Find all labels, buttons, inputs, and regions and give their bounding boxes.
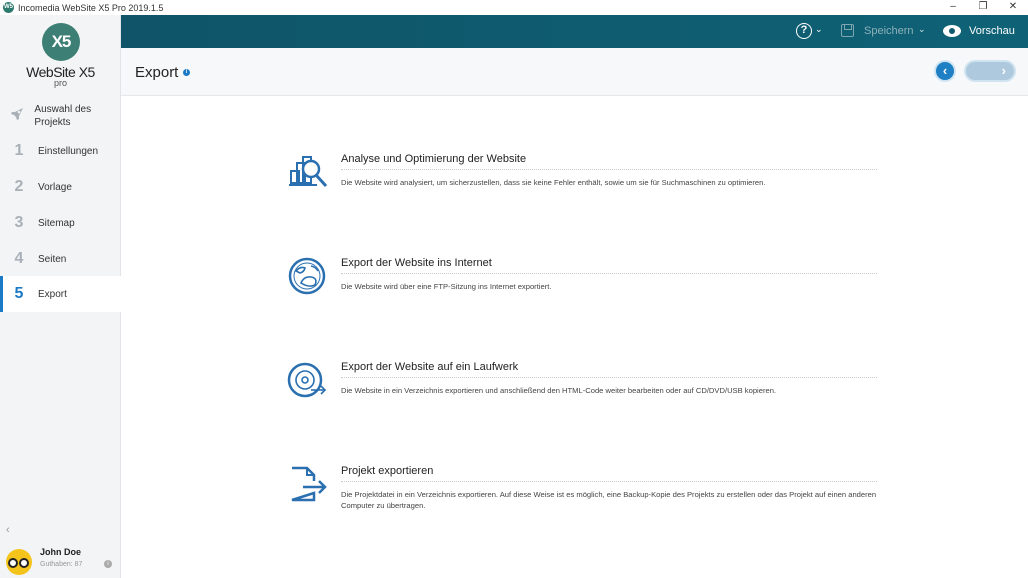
- sidebar-item-label: Auswahl des Projekts: [34, 104, 92, 128]
- sidebar-item-project-selection[interactable]: Auswahl des Projekts: [0, 100, 121, 132]
- option-description: Die Website wird analysiert, um sicherzu…: [341, 178, 766, 187]
- sidebar-item-template[interactable]: 2 Vorlage: [0, 176, 121, 198]
- option-analyse[interactable]: Analyse und Optimierung der Website Die …: [287, 153, 877, 223]
- sidebar-item-label: Vorlage: [38, 181, 72, 193]
- sidebar: X5 WebSite X5 pro Auswahl des Projekts 1…: [0, 15, 121, 578]
- globe-icon: [287, 257, 329, 297]
- option-title: Export der Website ins Internet: [341, 257, 492, 269]
- back-button[interactable]: ‹: [934, 60, 956, 82]
- collapse-sidebar-button[interactable]: ‹: [6, 524, 10, 536]
- restore-button[interactable]: ❐: [968, 0, 998, 15]
- sidebar-item-export[interactable]: 5 Export: [0, 276, 121, 312]
- save-icon[interactable]: [841, 24, 854, 37]
- chevron-down-icon[interactable]: ⌄: [918, 24, 926, 35]
- page-header: Export i ‹ ›: [121, 48, 1028, 96]
- option-export-project[interactable]: Projekt exportieren Die Projektdatei in …: [287, 465, 877, 535]
- option-description: Die Website in ein Verzeichnis exportier…: [341, 386, 777, 395]
- sidebar-item-label: Seiten: [38, 253, 67, 265]
- step-number: 4: [14, 250, 24, 267]
- option-description: Die Projektdatei in ein Verzeichnis expo…: [341, 490, 877, 510]
- disc-icon: [287, 361, 329, 401]
- divider: [341, 481, 877, 482]
- sidebar-item-label: Sitemap: [38, 217, 75, 229]
- analysis-icon: [287, 153, 329, 193]
- option-title: Export der Website auf ein Laufwerk: [341, 361, 519, 373]
- option-title: Projekt exportieren: [341, 465, 434, 477]
- divider: [341, 169, 877, 170]
- file-export-icon: [287, 465, 329, 505]
- next-button[interactable]: ›: [964, 60, 1016, 82]
- step-number: 2: [14, 178, 24, 195]
- user-panel[interactable]: John Doe Guthaben: 87 i: [0, 543, 121, 578]
- divider: [341, 273, 877, 274]
- step-number: 1: [14, 142, 24, 159]
- logo-edition: pro: [53, 78, 67, 88]
- option-title: Analyse und Optimierung der Website: [341, 153, 527, 165]
- user-name: John Doe: [40, 547, 82, 557]
- help-button[interactable]: ?: [796, 23, 812, 39]
- rocket-icon: [0, 106, 34, 127]
- option-description: Die Website wird über eine FTP-Sitzung i…: [341, 282, 552, 291]
- sidebar-item-settings[interactable]: 1 Einstellungen: [0, 140, 121, 162]
- logo: X5 WebSite X5 pro: [0, 15, 121, 95]
- info-icon[interactable]: i: [104, 560, 112, 568]
- save-button[interactable]: Speichern: [864, 25, 914, 37]
- chevron-down-icon[interactable]: ⌄: [815, 24, 823, 35]
- step-number: 5: [14, 285, 24, 302]
- top-toolbar: ? ⌄ Speichern ⌄ Vorschau: [121, 15, 1028, 48]
- user-credit: Guthaben: 87: [40, 561, 83, 568]
- sidebar-item-sitemap[interactable]: 3 Sitemap: [0, 212, 121, 234]
- window-titlebar: W5 Incomedia WebSite X5 Pro 2019.1.5 – ❐…: [0, 0, 1028, 15]
- sidebar-item-label: Export: [38, 288, 67, 300]
- sidebar-item-pages[interactable]: 4 Seiten: [0, 248, 121, 270]
- websitex5-app-icon: W5: [3, 2, 14, 13]
- page-title: Export: [135, 64, 179, 81]
- window-title: Incomedia WebSite X5 Pro 2019.1.5: [18, 2, 164, 13]
- window-controls: – ❐ ✕: [938, 0, 1028, 15]
- option-export-drive[interactable]: Export der Website auf ein Laufwerk Die …: [287, 361, 877, 431]
- preview-button[interactable]: Vorschau: [969, 25, 1015, 37]
- logo-mark: X5: [42, 23, 80, 61]
- avatar: [6, 549, 32, 575]
- info-icon[interactable]: i: [183, 69, 190, 76]
- eye-icon[interactable]: [943, 25, 961, 37]
- minimize-button[interactable]: –: [938, 0, 968, 15]
- option-export-internet[interactable]: Export der Website ins Internet Die Webs…: [287, 257, 877, 327]
- sidebar-item-label: Einstellungen: [38, 145, 99, 157]
- step-number: 3: [14, 214, 24, 231]
- divider: [341, 377, 877, 378]
- close-button[interactable]: ✕: [998, 0, 1028, 15]
